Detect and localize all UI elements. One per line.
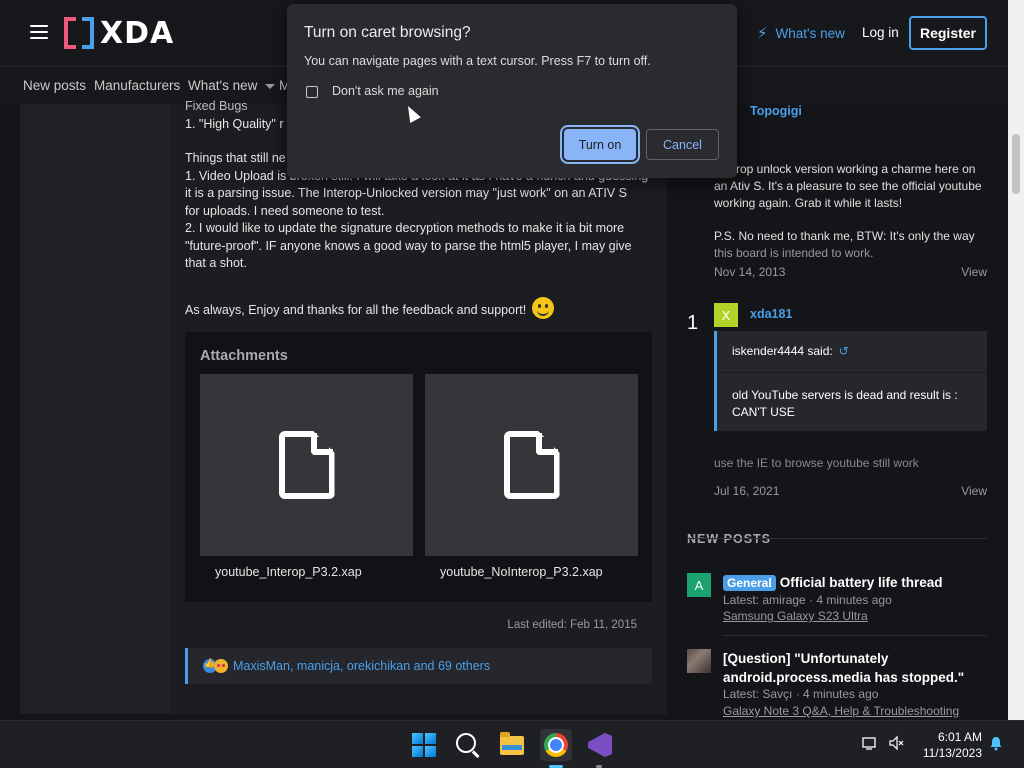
clock-time: 6:01 AM	[937, 730, 982, 744]
smiley-icon	[531, 296, 554, 319]
windows-taskbar: 6:01 AM 11/13/2023	[0, 720, 1024, 768]
sidebar-text-line: P.S. No need to thank me, BTW: It's only…	[714, 229, 975, 243]
caret-browsing-dialog: Turn on caret browsing? You can navigate…	[287, 4, 737, 178]
jump-to-quote-icon[interactable]: ↺	[839, 344, 849, 358]
post-closing-text: As always, Enjoy and thanks for all the …	[185, 302, 527, 317]
avatar[interactable]: A	[687, 573, 711, 597]
sidebar-quote: iskender4444 said: ↺ old YouTube servers …	[714, 331, 987, 431]
post-line: it is a parsing issue. The Interop-Unloc…	[185, 186, 627, 200]
attachment-thumb	[425, 374, 638, 556]
system-clock[interactable]: 6:01 AM 11/13/2023	[920, 729, 982, 761]
notification-bell-icon[interactable]	[988, 735, 1004, 751]
volume-muted-icon[interactable]	[888, 735, 904, 751]
sidebar-username[interactable]: Topogigi	[750, 104, 802, 118]
page-scrollbar[interactable]	[1008, 0, 1024, 720]
nav-new-posts[interactable]: New posts	[23, 78, 86, 93]
attachments-box: Attachments youtube_Interop_P3.2.xap you…	[185, 332, 652, 602]
new-post-title[interactable]: [Question] "Unfortunately android.proces…	[723, 649, 987, 687]
nav-whats-new-label: What's new	[188, 78, 258, 93]
attachments-title: Attachments	[200, 348, 288, 364]
lightning-icon: ⚡	[757, 25, 768, 42]
quote-line: old YouTube servers is dead and result i…	[732, 388, 958, 402]
sidebar-view-link[interactable]: View	[961, 484, 987, 498]
windows-start-icon[interactable]	[408, 729, 440, 761]
dialog-message: You can navigate pages with a text curso…	[304, 54, 651, 68]
turn-on-button[interactable]: Turn on	[564, 129, 636, 160]
clock-date: 11/13/2023	[922, 746, 982, 760]
post-line: that a shot.	[185, 256, 247, 270]
prefix-badge: General	[723, 575, 776, 591]
post-line: "future-proof". IF anyone knows a good w…	[185, 238, 632, 253]
new-post-title-line: android.process.media has stopped."	[723, 670, 965, 685]
quote-line: CAN'T USE	[732, 405, 795, 419]
post-container: Fixed Bugs 1. "High Quality" r Things th…	[170, 99, 667, 714]
avatar[interactable]: X	[714, 303, 738, 327]
attachment-thumb	[200, 374, 413, 556]
xda-logo[interactable]: XDA	[64, 14, 174, 52]
sidebar-text-line: an Ativ S. It's a pleasure to see the of…	[714, 179, 982, 193]
avatar[interactable]	[687, 649, 711, 673]
quote-header[interactable]: iskender4444 said: ↺	[732, 344, 849, 358]
new-post-meta: Latest: amirage · 4 minutes ago	[723, 593, 892, 607]
chrome-icon[interactable]	[540, 729, 572, 761]
whats-new-label: What's new	[775, 25, 845, 41]
file-icon	[278, 431, 335, 499]
post-line: 2. I would like to update the signature …	[185, 221, 625, 235]
new-post-forum-link[interactable]: Galaxy Note 3 Q&A, Help & Troubleshootin…	[723, 704, 959, 718]
love-reaction-icon	[214, 659, 228, 673]
sidebar-post-date: Jul 16, 2021	[714, 484, 780, 498]
last-edited: Last edited: Feb 11, 2015	[507, 619, 637, 631]
search-icon[interactable]	[452, 729, 484, 761]
new-post-title[interactable]: General Official battery life thread	[723, 573, 987, 592]
attachment-card[interactable]: youtube_Interop_P3.2.xap	[200, 374, 413, 586]
register-button[interactable]: Register	[909, 16, 987, 50]
logo-text: XDA	[100, 15, 175, 51]
file-icon	[503, 431, 560, 499]
post-line: for uploads. I need someone to test.	[185, 203, 385, 218]
dont-ask-label[interactable]: Don't ask me again	[332, 84, 439, 98]
login-link[interactable]: Log in	[862, 25, 899, 40]
chevron-down-icon	[265, 83, 276, 89]
dialog-title: Turn on caret browsing?	[304, 24, 471, 41]
sidebar-text-line: working again. Grab it while it lasts!	[714, 196, 903, 210]
sidebar-username[interactable]: xda181	[750, 307, 792, 321]
xda-logo-mark	[64, 15, 94, 51]
cancel-button[interactable]: Cancel	[646, 129, 719, 160]
quote-author: iskender4444 said:	[732, 344, 833, 358]
new-post-forum-link[interactable]: Samsung Galaxy S23 Ultra	[723, 609, 868, 623]
whats-new-link[interactable]: ⚡ What's new	[757, 24, 845, 42]
sidebar-post-date: Nov 14, 2013	[714, 265, 786, 279]
sidebar-text-line: rop unlock version working a charme here…	[736, 162, 976, 176]
attachment-name: youtube_Interop_P3.2.xap	[215, 565, 362, 579]
visual-studio-icon[interactable]	[584, 729, 616, 761]
nav-whats-new[interactable]: What's new	[188, 78, 276, 93]
reactions-list[interactable]: MaxisMan, manicja, orekichikan and 69 ot…	[233, 659, 490, 673]
quote-body: old YouTube servers is dead and result i…	[732, 387, 958, 421]
scrollbar-thumb[interactable]	[1012, 134, 1020, 194]
new-posts-heading: NEW POSTS	[687, 532, 772, 546]
sidebar: Topogigi nt! rop unlock version working …	[667, 104, 1008, 718]
post-author-column	[20, 104, 170, 714]
sidebar-post-text: rop unlock version working a charme here…	[714, 161, 994, 262]
sidebar-post-heading: nt!	[714, 126, 994, 143]
sidebar-text-line: this board is intended to work.	[714, 246, 874, 260]
new-post-title-text: Official battery life thread	[779, 575, 943, 590]
new-post-meta: Latest: Savçı · 4 minutes ago	[723, 687, 879, 701]
dont-ask-checkbox[interactable]	[306, 86, 318, 98]
file-explorer-icon[interactable]	[496, 729, 528, 761]
menu-icon[interactable]	[30, 25, 48, 39]
new-post-title-line: [Question] "Unfortunately	[723, 651, 889, 666]
sidebar-view-link[interactable]: View	[961, 265, 987, 279]
sidebar-post-text: use the IE to browse youtube still work	[714, 456, 919, 470]
reactions-bar[interactable]: MaxisMan, manicja, orekichikan and 69 ot…	[185, 648, 652, 684]
nav-manufacturers[interactable]: Manufacturers	[94, 78, 180, 93]
post-closing-line: As always, Enjoy and thanks for all the …	[185, 296, 655, 320]
attachment-name: youtube_NoInterop_P3.2.xap	[440, 565, 603, 579]
sidebar-rank: 1	[687, 312, 699, 334]
display-tray-icon[interactable]	[862, 735, 878, 751]
attachment-card[interactable]: youtube_NoInterop_P3.2.xap	[425, 374, 638, 586]
